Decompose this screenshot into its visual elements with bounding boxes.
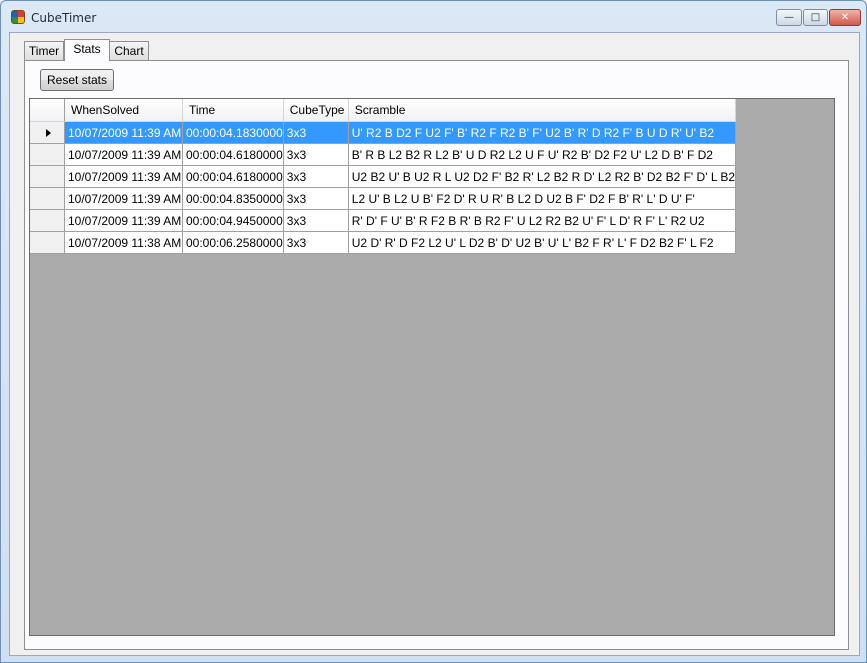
minimize-button[interactable]: — <box>776 9 802 26</box>
row-header[interactable] <box>30 143 65 166</box>
cell-time[interactable]: 00:00:04.9450000 <box>182 209 284 232</box>
table-row[interactable]: 10/07/2009 11:39 AM 00:00:04.6180000 3x3… <box>30 143 737 166</box>
cell-whensolved[interactable]: 10/07/2009 11:38 AM <box>64 231 183 254</box>
tab-chart[interactable]: Chart <box>109 41 149 60</box>
cell-cubetype[interactable]: 3x3 <box>283 143 349 166</box>
column-header-whensolved[interactable]: WhenSolved <box>64 99 183 122</box>
cell-time[interactable]: 00:00:04.8350000 <box>182 187 284 210</box>
cell-cubetype[interactable]: 3x3 <box>283 187 349 210</box>
cell-cubetype[interactable]: 3x3 <box>283 121 349 144</box>
cell-cubetype[interactable]: 3x3 <box>283 209 349 232</box>
cell-scramble[interactable]: L2 U' B L2 U B' F2 D' R U R' B L2 D U2 B… <box>348 187 737 210</box>
cell-whensolved[interactable]: 10/07/2009 11:39 AM <box>64 209 183 232</box>
cell-scramble[interactable]: U' R2 B D2 F U2 F' B' R2 F R2 B' F' U2 B… <box>348 121 737 144</box>
cell-whensolved[interactable]: 10/07/2009 11:39 AM <box>64 187 183 210</box>
header-row: WhenSolved Time CubeType Scramble <box>30 99 737 122</box>
row-header[interactable] <box>30 187 65 210</box>
maximize-button[interactable]: □ <box>803 9 828 26</box>
row-header[interactable] <box>30 165 65 188</box>
client-area: Timer Stats Chart Reset stats WhenSolved… <box>9 32 860 656</box>
cell-scramble[interactable]: U2 D' R' D F2 L2 U' L D2 B' D' U2 B' U' … <box>348 231 737 254</box>
close-button[interactable]: ✕ <box>829 9 861 26</box>
tab-stats[interactable]: Stats <box>64 39 110 61</box>
cell-cubetype[interactable]: 3x3 <box>283 165 349 188</box>
cell-scramble[interactable]: R' D' F U' B' R F2 B R' B R2 F' U L2 R2 … <box>348 209 737 232</box>
cell-scramble[interactable]: B' R B L2 B2 R L2 B' U D R2 L2 U F U' R2… <box>348 143 737 166</box>
stats-tab-page: Reset stats WhenSolved Time CubeType Scr… <box>24 60 849 650</box>
cell-whensolved[interactable]: 10/07/2009 11:39 AM <box>64 121 183 144</box>
column-header-scramble[interactable]: Scramble <box>348 99 737 122</box>
row-header[interactable] <box>30 231 65 254</box>
row-header[interactable] <box>30 121 65 144</box>
cell-time[interactable]: 00:00:04.1830000 <box>182 121 284 144</box>
column-header-cubetype[interactable]: CubeType <box>283 99 349 122</box>
stats-table: WhenSolved Time CubeType Scramble 10/07/… <box>30 99 737 254</box>
triangle-right-icon <box>46 128 51 137</box>
cell-scramble[interactable]: U2 B2 U' B U2 R L U2 D2 F' B2 R' L2 B2 R… <box>348 165 737 188</box>
reset-stats-button[interactable]: Reset stats <box>40 69 114 91</box>
cell-whensolved[interactable]: 10/07/2009 11:39 AM <box>64 143 183 166</box>
tab-timer[interactable]: Timer <box>24 41 64 60</box>
stats-grid[interactable]: WhenSolved Time CubeType Scramble 10/07/… <box>29 98 835 636</box>
app-window: CubeTimer — □ ✕ Timer Stats Chart Reset … <box>0 0 867 663</box>
table-row[interactable]: 10/07/2009 11:39 AM 00:00:04.9450000 3x3… <box>30 209 737 232</box>
cell-whensolved[interactable]: 10/07/2009 11:39 AM <box>64 165 183 188</box>
cell-cubetype[interactable]: 3x3 <box>283 231 349 254</box>
table-row[interactable]: 10/07/2009 11:39 AM 00:00:04.6180000 3x3… <box>30 165 737 188</box>
table-row[interactable]: 10/07/2009 11:39 AM 00:00:04.1830000 3x3… <box>30 121 737 144</box>
row-header-corner[interactable] <box>30 99 65 122</box>
table-row[interactable]: 10/07/2009 11:38 AM 00:00:06.2580000 3x3… <box>30 231 737 254</box>
cell-time[interactable]: 00:00:06.2580000 <box>182 231 284 254</box>
row-header[interactable] <box>30 209 65 232</box>
window-title: CubeTimer <box>31 11 97 25</box>
table-row[interactable]: 10/07/2009 11:39 AM 00:00:04.8350000 3x3… <box>30 187 737 210</box>
cell-time[interactable]: 00:00:04.6180000 <box>182 143 284 166</box>
column-header-time[interactable]: Time <box>182 99 284 122</box>
cube-icon[interactable] <box>11 10 25 24</box>
cell-time[interactable]: 00:00:04.6180000 <box>182 165 284 188</box>
title-bar[interactable]: CubeTimer — □ ✕ <box>1 1 866 31</box>
